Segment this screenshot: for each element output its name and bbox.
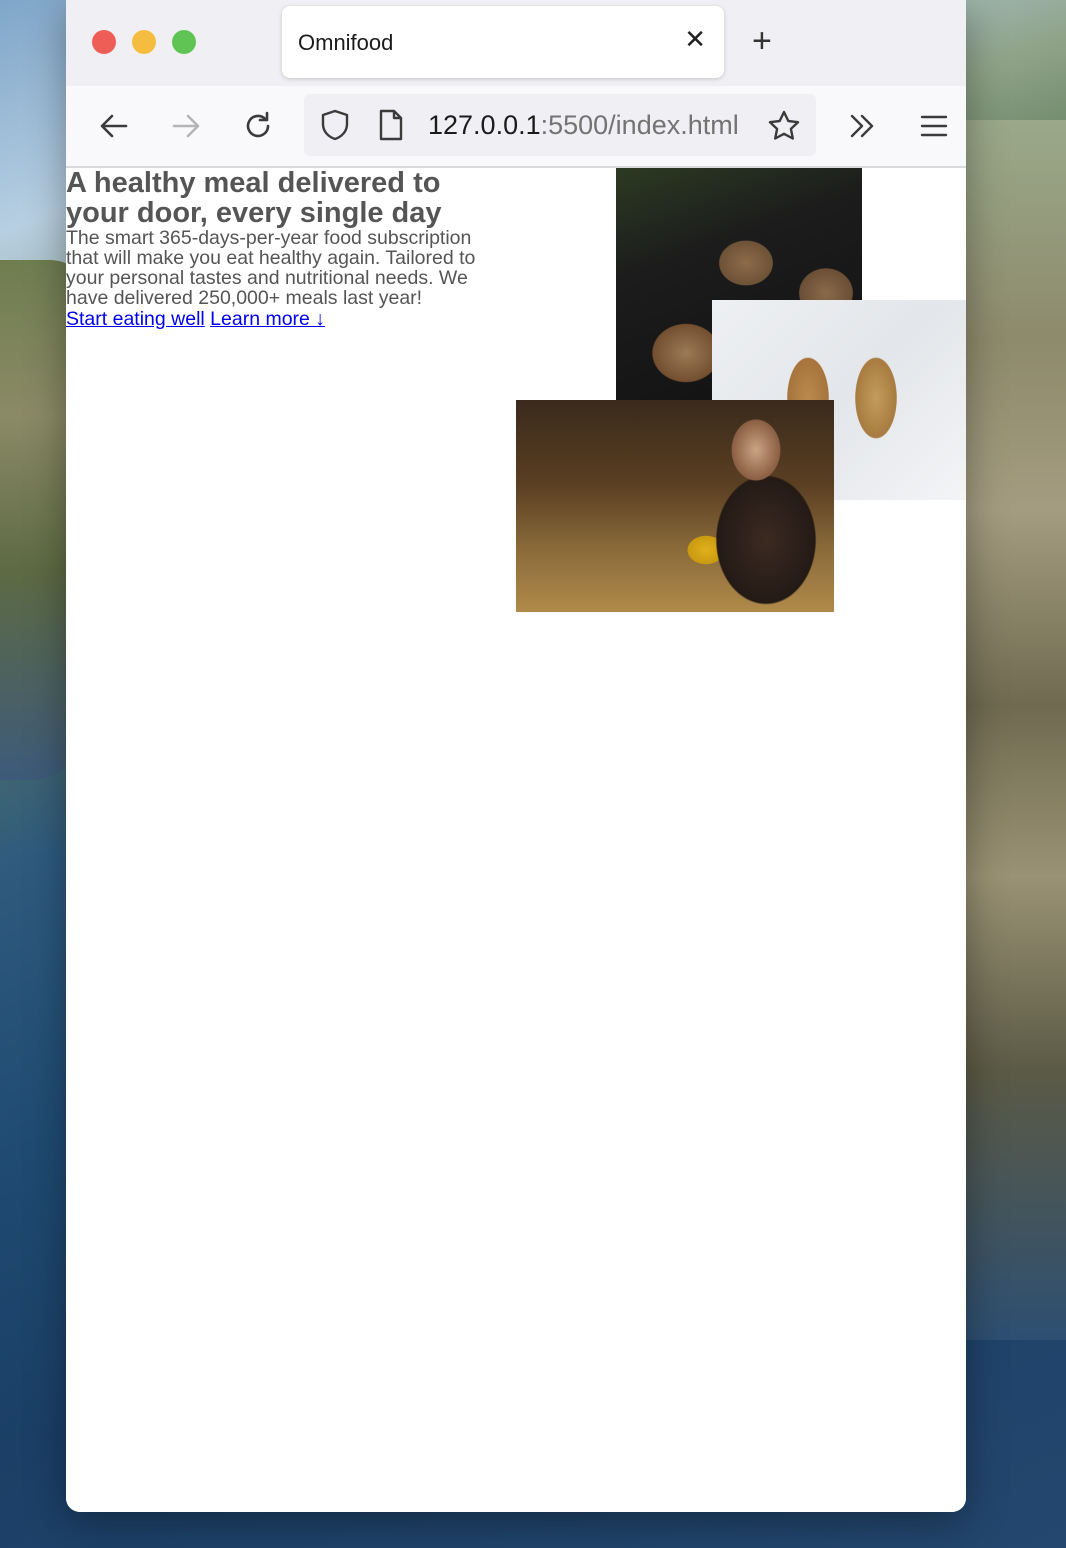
woman-eating-image — [516, 400, 834, 612]
navigation-toolbar: 127.0.0.1:5500/index.html — [66, 86, 966, 168]
reload-icon[interactable] — [240, 108, 276, 144]
arrow-left-icon[interactable] — [96, 108, 132, 144]
minimize-window-button[interactable] — [132, 30, 156, 54]
tab-title: Omnifood — [298, 30, 394, 55]
tab-omnifood[interactable]: Omnifood ✕ — [282, 6, 724, 78]
zoom-window-button[interactable] — [172, 30, 196, 54]
title-bar: Omnifood ✕ + — [66, 0, 966, 86]
shield-icon[interactable] — [318, 108, 352, 142]
hero-title: A healthy meal delivered to your door, e… — [66, 167, 442, 229]
close-window-button[interactable] — [92, 30, 116, 54]
page-icon — [379, 109, 403, 141]
hero-description: The smart 365-days-per-year food subscri… — [66, 227, 476, 309]
close-tab-icon[interactable]: ✕ — [684, 26, 706, 52]
address-bar[interactable]: 127.0.0.1:5500/index.html — [304, 94, 816, 156]
hero-links: Start eating well Learn more ↓ — [66, 308, 506, 330]
arrow-right-icon[interactable] — [168, 108, 204, 144]
url-path: :5500/index.html — [540, 110, 739, 140]
hamburger-menu-icon[interactable] — [916, 108, 952, 144]
new-tab-button[interactable]: + — [752, 24, 772, 58]
start-eating-well-link[interactable]: Start eating well — [66, 308, 205, 330]
page-content: A healthy meal delivered to your door, e… — [66, 168, 966, 1512]
star-icon[interactable] — [766, 108, 802, 144]
learn-more-link[interactable]: Learn more ↓ — [210, 308, 325, 330]
browser-window: Omnifood ✕ + 127.0.0.1:5500/index.html A… — [66, 0, 966, 1512]
url-text[interactable]: 127.0.0.1:5500/index.html — [428, 110, 739, 141]
chevron-double-right-icon[interactable] — [844, 108, 880, 144]
hero-text: A healthy meal delivered to your door, e… — [66, 168, 506, 330]
url-host: 127.0.0.1 — [428, 110, 541, 140]
